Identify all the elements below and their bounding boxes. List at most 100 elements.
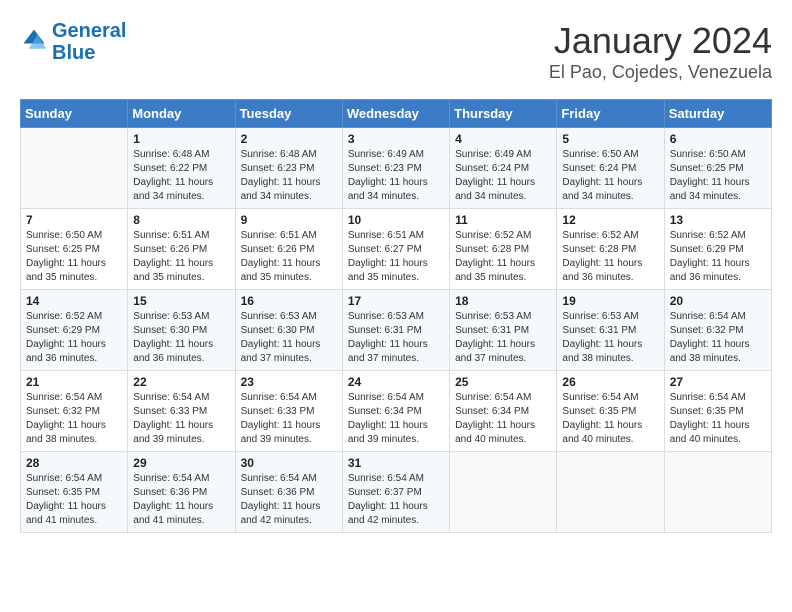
calendar-cell: 31Sunrise: 6:54 AMSunset: 6:37 PMDayligh… — [342, 452, 449, 533]
calendar-cell — [664, 452, 771, 533]
logo-text-blue: Blue — [52, 42, 126, 64]
calendar-cell — [21, 128, 128, 209]
weekday-header: Friday — [557, 100, 664, 128]
day-info: Sunrise: 6:53 AMSunset: 6:31 PMDaylight:… — [562, 310, 658, 366]
weekday-header: Sunday — [21, 100, 128, 128]
calendar-cell: 12 Sunrise: 6:52 AMSunset: 6:28 PMDayligh… — [557, 209, 664, 290]
day-number: 1 — [133, 132, 229, 146]
calendar-cell: 28Sunrise: 6:54 AMSunset: 6:35 PMDayligh… — [21, 452, 128, 533]
day-info: Sunrise: 6:52 AMSunset: 6:28 PMDaylight:… — [455, 229, 551, 285]
calendar-cell: 20 Sunrise: 6:54 AMSunset: 6:32 PMDayligh… — [664, 290, 771, 371]
calendar-header: SundayMondayTuesdayWednesdayThursdayFrid… — [21, 100, 772, 128]
day-info: Sunrise: 6:52 AMSunset: 6:29 PMDaylight:… — [670, 229, 766, 285]
calendar-cell: 25 Sunrise: 6:54 AMSunset: 6:34 PMDayligh… — [450, 371, 557, 452]
calendar-cell: 19 Sunrise: 6:53 AMSunset: 6:31 PMDayligh… — [557, 290, 664, 371]
day-number: 8 — [133, 213, 229, 227]
calendar-table: SundayMondayTuesdayWednesdayThursdayFrid… — [20, 99, 772, 533]
day-info: Sunrise: 6:54 AMSunset: 6:35 PMDaylight:… — [670, 391, 766, 447]
day-info: Sunrise: 6:54 AMSunset: 6:32 PMDaylight:… — [26, 391, 122, 447]
day-info: Sunrise: 6:54 AMSunset: 6:35 PMDaylight:… — [26, 472, 122, 528]
calendar-cell: 8 Sunrise: 6:51 AMSunset: 6:26 PMDaylight… — [128, 209, 235, 290]
day-info: Sunrise: 6:54 AMSunset: 6:35 PMDaylight:… — [562, 391, 658, 447]
day-info: Sunrise: 6:54 AMSunset: 6:33 PMDaylight:… — [241, 391, 337, 447]
day-number: 10 — [348, 213, 444, 227]
day-number: 17 — [348, 294, 444, 308]
calendar-cell: 1 Sunrise: 6:48 AMSunset: 6:22 PMDaylight… — [128, 128, 235, 209]
day-info: Sunrise: 6:51 AMSunset: 6:26 PMDaylight:… — [133, 229, 229, 285]
day-info: Sunrise: 6:49 AMSunset: 6:23 PMDaylight:… — [348, 148, 444, 204]
day-info: Sunrise: 6:49 AMSunset: 6:24 PMDaylight:… — [455, 148, 551, 204]
day-number: 27 — [670, 375, 766, 389]
day-number: 7 — [26, 213, 122, 227]
calendar-cell: 11 Sunrise: 6:52 AMSunset: 6:28 PMDayligh… — [450, 209, 557, 290]
calendar-cell: 15 Sunrise: 6:53 AMSunset: 6:30 PMDayligh… — [128, 290, 235, 371]
calendar-cell: 29 Sunrise: 6:54 AMSunset: 6:36 PMDayligh… — [128, 452, 235, 533]
day-number: 19 — [562, 294, 658, 308]
day-number: 4 — [455, 132, 551, 146]
calendar-cell: 10 Sunrise: 6:51 AMSunset: 6:27 PMDayligh… — [342, 209, 449, 290]
day-number: 11 — [455, 213, 551, 227]
logo: General Blue — [20, 20, 126, 64]
day-number: 21 — [26, 375, 122, 389]
calendar-cell: 6 Sunrise: 6:50 AMSunset: 6:25 PMDaylight… — [664, 128, 771, 209]
day-info: Sunrise: 6:53 AMSunset: 6:30 PMDaylight:… — [241, 310, 337, 366]
page-header: General Blue January 2024 El Pao, Cojede… — [20, 20, 772, 83]
day-info: Sunrise: 6:52 AMSunset: 6:28 PMDaylight:… — [562, 229, 658, 285]
calendar-cell: 16 Sunrise: 6:53 AMSunset: 6:30 PMDayligh… — [235, 290, 342, 371]
weekday-header: Tuesday — [235, 100, 342, 128]
day-info: Sunrise: 6:54 AMSunset: 6:32 PMDaylight:… — [670, 310, 766, 366]
calendar-cell: 9Sunrise: 6:51 AMSunset: 6:26 PMDaylight… — [235, 209, 342, 290]
calendar-cell: 22 Sunrise: 6:54 AMSunset: 6:33 PMDayligh… — [128, 371, 235, 452]
day-info: Sunrise: 6:53 AMSunset: 6:30 PMDaylight:… — [133, 310, 229, 366]
day-number: 26 — [562, 375, 658, 389]
day-info: Sunrise: 6:51 AMSunset: 6:27 PMDaylight:… — [348, 229, 444, 285]
day-info: Sunrise: 6:54 AMSunset: 6:33 PMDaylight:… — [133, 391, 229, 447]
day-info: Sunrise: 6:51 AMSunset: 6:26 PMDaylight:… — [241, 229, 337, 285]
day-info: Sunrise: 6:54 AMSunset: 6:37 PMDaylight:… — [348, 472, 444, 528]
logo-icon — [20, 26, 48, 54]
day-info: Sunrise: 6:48 AMSunset: 6:23 PMDaylight:… — [241, 148, 337, 204]
calendar-cell: 2 Sunrise: 6:48 AMSunset: 6:23 PMDaylight… — [235, 128, 342, 209]
day-number: 25 — [455, 375, 551, 389]
day-number: 23 — [241, 375, 337, 389]
day-number: 2 — [241, 132, 337, 146]
day-info: Sunrise: 6:52 AMSunset: 6:29 PMDaylight:… — [26, 310, 122, 366]
day-number: 20 — [670, 294, 766, 308]
day-info: Sunrise: 6:48 AMSunset: 6:22 PMDaylight:… — [133, 148, 229, 204]
calendar-cell: 4 Sunrise: 6:49 AMSunset: 6:24 PMDaylight… — [450, 128, 557, 209]
weekday-header: Wednesday — [342, 100, 449, 128]
calendar-cell: 7Sunrise: 6:50 AMSunset: 6:25 PMDaylight… — [21, 209, 128, 290]
calendar-cell: 30 Sunrise: 6:54 AMSunset: 6:36 PMDayligh… — [235, 452, 342, 533]
weekday-header: Saturday — [664, 100, 771, 128]
calendar-cell — [450, 452, 557, 533]
day-number: 6 — [670, 132, 766, 146]
calendar-cell: 27 Sunrise: 6:54 AMSunset: 6:35 PMDayligh… — [664, 371, 771, 452]
day-number: 24 — [348, 375, 444, 389]
calendar-cell — [557, 452, 664, 533]
day-number: 15 — [133, 294, 229, 308]
day-number: 13 — [670, 213, 766, 227]
day-number: 30 — [241, 456, 337, 470]
day-info: Sunrise: 6:53 AMSunset: 6:31 PMDaylight:… — [455, 310, 551, 366]
calendar-subtitle: El Pao, Cojedes, Venezuela — [549, 62, 772, 83]
day-info: Sunrise: 6:54 AMSunset: 6:36 PMDaylight:… — [133, 472, 229, 528]
weekday-header: Monday — [128, 100, 235, 128]
day-number: 29 — [133, 456, 229, 470]
day-info: Sunrise: 6:53 AMSunset: 6:31 PMDaylight:… — [348, 310, 444, 366]
logo-text-general: General — [52, 20, 126, 42]
calendar-cell: 21 Sunrise: 6:54 AMSunset: 6:32 PMDayligh… — [21, 371, 128, 452]
calendar-cell: 23 Sunrise: 6:54 AMSunset: 6:33 PMDayligh… — [235, 371, 342, 452]
title-block: January 2024 El Pao, Cojedes, Venezuela — [549, 20, 772, 83]
calendar-cell: 14 Sunrise: 6:52 AMSunset: 6:29 PMDayligh… — [21, 290, 128, 371]
day-info: Sunrise: 6:54 AMSunset: 6:36 PMDaylight:… — [241, 472, 337, 528]
day-info: Sunrise: 6:50 AMSunset: 6:25 PMDaylight:… — [670, 148, 766, 204]
day-number: 22 — [133, 375, 229, 389]
day-number: 14 — [26, 294, 122, 308]
weekday-header: Thursday — [450, 100, 557, 128]
day-number: 16 — [241, 294, 337, 308]
calendar-cell: 5Sunrise: 6:50 AMSunset: 6:24 PMDaylight… — [557, 128, 664, 209]
calendar-cell: 26 Sunrise: 6:54 AMSunset: 6:35 PMDayligh… — [557, 371, 664, 452]
day-number: 18 — [455, 294, 551, 308]
day-number: 12 — [562, 213, 658, 227]
day-info: Sunrise: 6:54 AMSunset: 6:34 PMDaylight:… — [455, 391, 551, 447]
